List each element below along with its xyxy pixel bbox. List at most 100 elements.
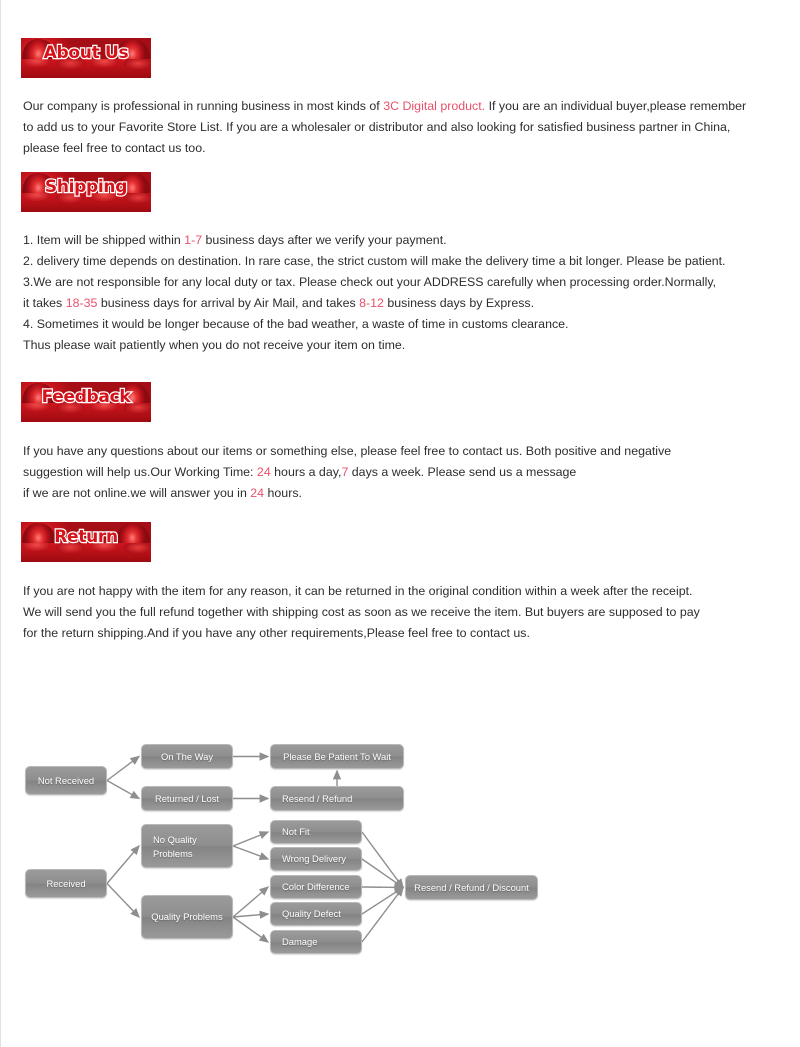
body-text: We will send you the full refund togethe… [23,605,700,619]
flow-node-label: Damage [282,936,318,947]
section-title-about-us: About Us [42,42,129,64]
flow-node-quality-defect: Quality Defect [270,902,362,926]
section-body-return: If you are not happy with the item for a… [23,581,800,644]
body-text: Our company is professional in running b… [23,99,384,113]
flow-edge-no-quality-probs-to-not-fit [232,831,270,847]
policy-line: Thus please wait patiently when you do n… [23,335,800,356]
body-text: it takes [23,296,66,310]
flow-edge-not-received-to-returned-lost [106,779,141,800]
policy-line: If you are not happy with the item for a… [23,581,800,602]
flow-node-label: Not Fit [282,826,310,837]
body-text: if we are not online.we will answer you … [23,486,251,500]
body-text: 1. Item will be shipped within [23,233,185,247]
section-body-shipping: 1. Item will be shipped within 1-7 busin… [23,230,800,356]
body-text: suggestion will help us.Our Working Time… [23,465,257,479]
flow-edge-quality-defect-to-resend-refund-disc [361,886,405,915]
policy-line: to add us to your Favorite Store List. I… [23,117,800,138]
body-text: If you are an individual buyer,please re… [485,99,747,113]
flow-edge-quality-probs-to-damage [232,916,270,943]
body-text: 2. delivery time depends on destination.… [23,254,726,268]
section-banner-feedback: Feedback [21,382,151,422]
flow-edge-color-difference-to-resend-refund-disc [361,883,405,892]
body-text: If you are not happy with the item for a… [23,584,693,598]
flow-node-label: Please Be Patient To Wait [283,750,391,762]
section-banner-return: Return [21,522,151,562]
flow-node-returned-lost: Returned / Lost [141,786,233,811]
flow-node-color-difference: Color Difference [270,875,362,899]
flow-edge-no-quality-probs-to-wrong-delivery [232,845,270,861]
policy-line: for the return shipping.And if you have … [23,623,800,644]
flow-node-label: Color Difference [282,881,350,892]
policy-line: 1. Item will be shipped within 1-7 busin… [23,230,800,251]
policy-line: it takes 18-35 business days for arrival… [23,293,800,314]
flow-node-resend-refund-disc: Resend / Refund / Discount [405,875,538,900]
flow-node-label: Problems [153,848,193,859]
flow-node-label: On The Way [160,750,214,762]
body-text: hours a day, [270,465,342,479]
policy-line: 2. delivery time depends on destination.… [23,251,800,272]
policy-line: if we are not online.we will answer you … [23,483,800,504]
flow-edge-quality-probs-to-quality-defect [232,910,270,919]
body-text: please feel free to contact us too. [23,141,206,155]
body-text: Thus please wait patiently when you do n… [23,338,406,352]
flow-node-label: Quality Problems [151,911,223,922]
flow-node-no-quality-probs: No Quality Problems [141,824,233,868]
flow-node-label: Quality Defect [282,908,341,919]
body-text: days a week. Please send us a message [348,465,577,479]
flow-edge-wrong-delivery-to-resend-refund-disc [361,858,405,889]
policy-line: If you have any questions about our item… [23,441,800,462]
highlight-text: 24 [250,486,265,500]
body-text: business days for arrival by Air Mail, a… [97,296,360,310]
body-text: hours. [264,486,302,500]
flow-edge-received-to-no-quality-probs [106,844,140,884]
section-body-about-us: Our company is professional in running b… [23,96,800,159]
highlight-text: 1-7 [184,233,203,247]
policy-line: please feel free to contact us too. [23,138,800,159]
flow-node-label: Returned / Lost [154,792,220,804]
policy-line: 4. Sometimes it would be longer because … [23,314,800,335]
flow-edge-quality-probs-to-color-difference [232,886,270,918]
flow-node-quality-probs: Quality Problems [141,895,233,939]
body-text: business days by Express. [383,296,535,310]
policy-page: About Us Our company is professional in … [0,0,800,1047]
policy-line: suggestion will help us.Our Working Time… [23,462,800,483]
section-banner-about-us: About Us [21,38,151,78]
section-return: Return If you are not happy with the ite… [1,522,800,644]
highlight-text: 18-35 [65,296,98,310]
section-shipping: Shipping 1. Item will be shipped within … [1,172,800,356]
policy-line: We will send you the full refund togethe… [23,602,800,623]
policy-line: 3.We are not responsible for any local d… [23,272,800,293]
policy-line: Our company is professional in running b… [23,96,800,117]
flow-node-not-fit: Not Fit [270,820,362,844]
section-body-feedback: If you have any questions about our item… [23,441,800,504]
flow-node-damage: Damage [270,930,362,954]
flow-node-label: Not Received [37,774,95,786]
flow-node-label: Wrong Delivery [282,853,346,864]
section-feedback: Feedback If you have any questions about… [1,382,800,504]
flow-edge-not-fit-to-resend-refund-disc [361,831,404,889]
body-text: 4. Sometimes it would be longer because … [23,317,569,331]
section-banner-shipping: Shipping [21,172,151,212]
flow-node-received: Received [25,869,107,898]
body-text: to add us to your Favorite Store List. I… [23,120,731,134]
flow-node-label: Resend / Refund / Discount [414,881,529,893]
highlight-text: 3C Digital product. [383,99,486,113]
section-title-feedback: Feedback [40,386,131,408]
flow-node-label: Resend / Refund [282,792,353,804]
flow-node-be-patient: Please Be Patient To Wait [270,744,404,769]
flow-node-not-received: Not Received [25,766,107,795]
body-text: 3.We are not responsible for any local d… [23,275,717,289]
flow-edge-damage-to-resend-refund-disc [361,886,404,943]
highlight-text: 24 [256,465,271,479]
flow-node-on-the-way: On The Way [141,744,233,769]
flow-node-resend-refund: Resend / Refund [270,786,404,811]
body-text: business days after we verify your payme… [202,233,447,247]
body-text: for the return shipping.And if you have … [23,626,530,640]
section-about-us: About Us Our company is professional in … [1,38,800,159]
flow-edge-not-received-to-on-the-way [106,755,141,782]
section-title-shipping: Shipping [44,176,129,198]
highlight-text: 8-12 [359,296,384,310]
flow-node-label: Received [46,877,86,889]
flow-node-label: No Quality [153,834,197,845]
section-title-return: Return [53,526,119,548]
